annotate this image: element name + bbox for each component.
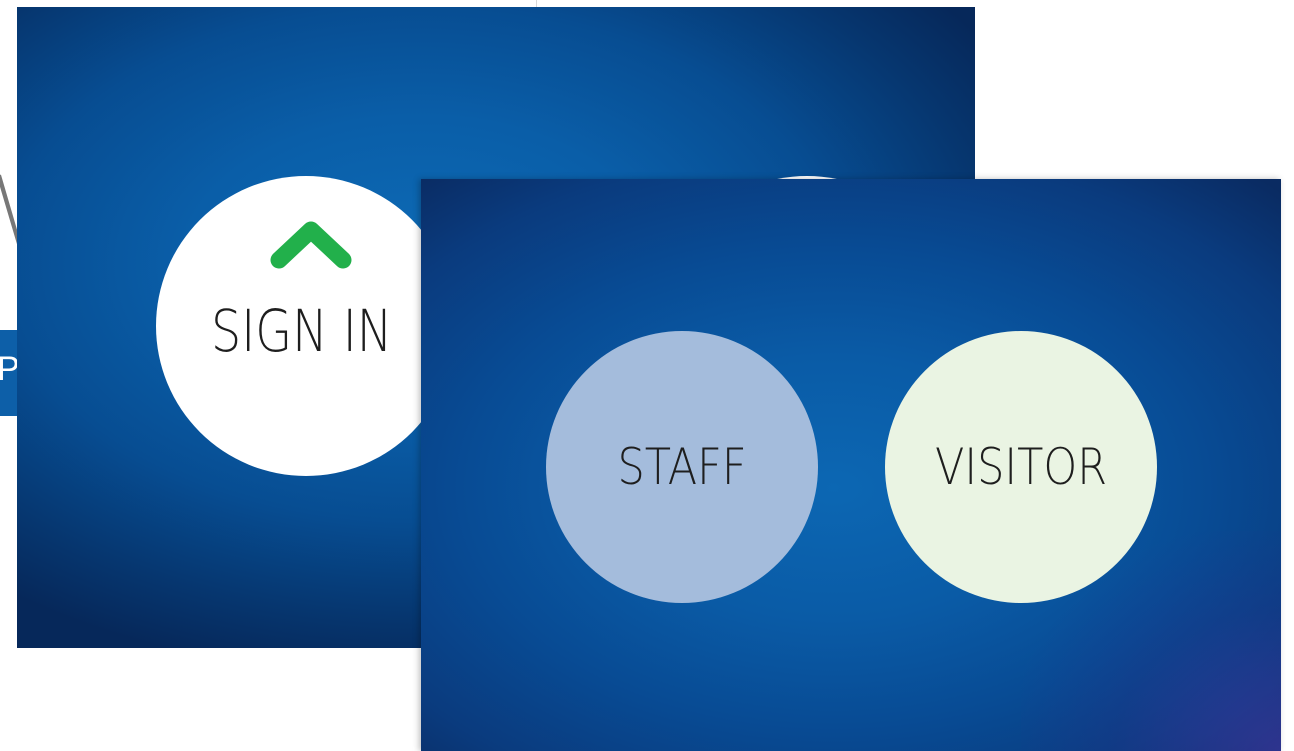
- sign-in-label: SIGN IN: [211, 297, 393, 365]
- visitor-label: VISITOR: [934, 438, 1108, 496]
- staff-button[interactable]: STAFF: [546, 331, 818, 603]
- sign-in-button[interactable]: SIGN IN: [156, 176, 456, 476]
- composite-screenshot: { "background_page": { "heading_fragment…: [0, 0, 1294, 751]
- staff-label: STAFF: [617, 438, 747, 496]
- chevron-up-icon: [270, 221, 352, 269]
- user-type-screen: STAFF VISITOR: [421, 179, 1281, 751]
- visitor-button[interactable]: VISITOR: [885, 331, 1157, 603]
